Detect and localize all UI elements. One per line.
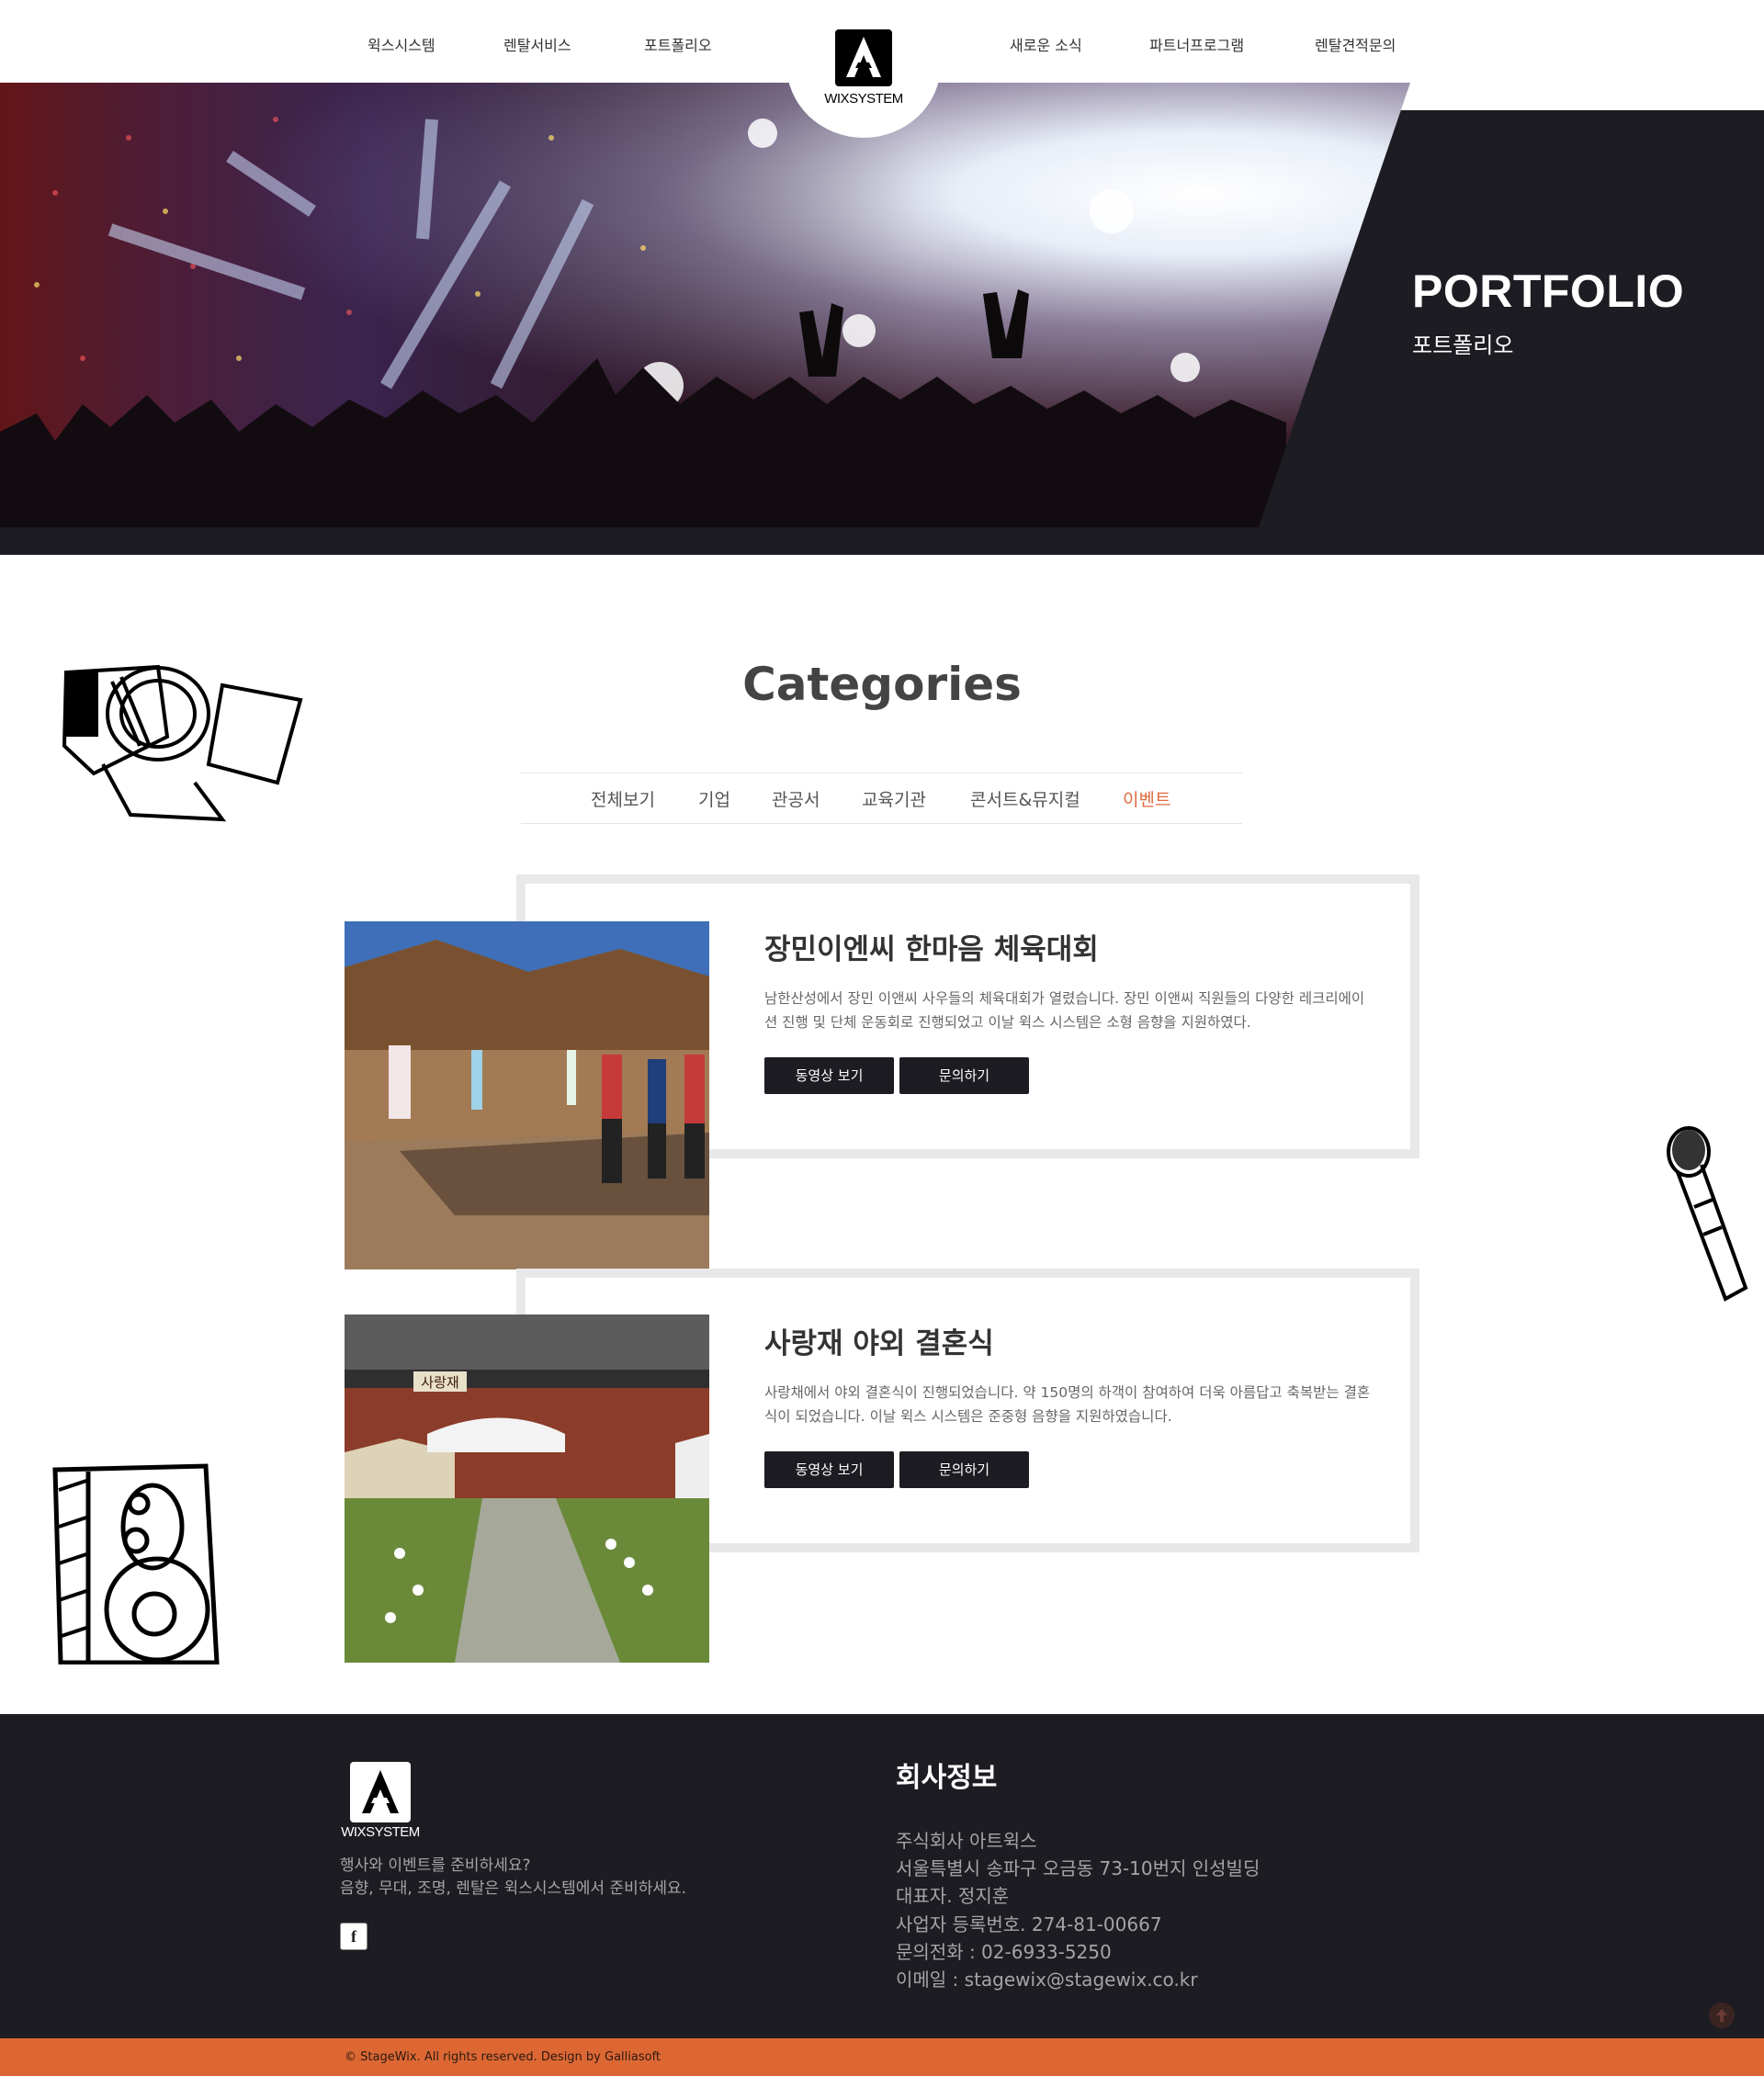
portfolio-title[interactable]: 장민이엔씨 한마음 체육대회 xyxy=(764,926,1099,967)
company-address: 서울특별시 송파구 오금동 73-10번지 인성빌딩 xyxy=(896,1857,1261,1879)
nav-item-rental-service[interactable]: 렌탈서비스 xyxy=(503,33,571,55)
portfolio-description: 사랑채에서 야외 결혼식이 진행되었습니다. 약 150명의 하객이 참여하여 … xyxy=(764,1384,1371,1425)
scroll-to-top-button[interactable] xyxy=(1709,2003,1735,2028)
arrow-up-icon xyxy=(1716,2009,1727,2022)
footer-tagline: 음향, 무대, 조명, 렌탈은 윅스시스템에서 준비하세요. xyxy=(340,1879,687,1898)
footer-tagline: 행사와 이벤트를 준비하세요? xyxy=(340,1856,531,1875)
wedding-sign-text: 사랑재 xyxy=(421,1374,458,1391)
category-concert-musical[interactable]: 콘서트&뮤지컬 xyxy=(970,786,1080,811)
facebook-icon[interactable]: f xyxy=(340,1923,368,1950)
nav-item-partner-program[interactable]: 파트너프로그램 xyxy=(1149,33,1244,55)
nav-item-portfolio[interactable]: 포트폴리오 xyxy=(644,33,712,55)
portfolio-photo-wedding[interactable]: 사랑재 xyxy=(345,1314,709,1663)
inquiry-button[interactable]: 문의하기 xyxy=(899,1451,1029,1488)
watch-video-button[interactable]: 동영상 보기 xyxy=(764,1057,894,1094)
hero-title: PORTFOLIO xyxy=(1412,265,1685,317)
copyright-bar: © StageWix. All rights reserved. Design … xyxy=(0,2038,1764,2076)
category-all[interactable]: 전체보기 xyxy=(591,786,655,811)
speaker-doodle xyxy=(51,1462,221,1668)
stage-light-doodle xyxy=(57,663,305,828)
watch-video-button[interactable]: 동영상 보기 xyxy=(764,1451,894,1488)
company-name: 주식회사 아트윅스 xyxy=(896,1830,1037,1852)
hero-subtitle: 포트폴리오 xyxy=(1412,333,1514,358)
footer-logo-icon[interactable] xyxy=(350,1762,411,1822)
microphone-doodle xyxy=(1661,1124,1764,1312)
company-phone: 문의전화 : 02-6933-5250 xyxy=(896,1941,1112,1963)
category-education[interactable]: 교육기관 xyxy=(862,786,926,811)
category-corporate[interactable]: 기업 xyxy=(698,786,730,811)
company-email: 이메일 : stagewix@stagewix.co.kr xyxy=(896,1969,1198,1991)
inquiry-button[interactable]: 문의하기 xyxy=(899,1057,1029,1094)
logo-icon[interactable] xyxy=(835,29,892,86)
company-registration: 사업자 등록번호. 274-81-00667 xyxy=(896,1913,1162,1935)
nav-item-wixsystem[interactable]: 윅스시스템 xyxy=(368,33,435,55)
company-ceo: 대표자. 정지훈 xyxy=(896,1885,1010,1907)
category-event[interactable]: 이벤트 xyxy=(1123,786,1170,811)
footer xyxy=(0,1714,1764,2038)
category-government[interactable]: 관공서 xyxy=(772,786,820,811)
company-info-title: 회사정보 xyxy=(896,1762,998,1794)
nav-item-news[interactable]: 새로운 소식 xyxy=(1010,33,1082,55)
nav-item-rental-quote[interactable]: 렌탈견적문의 xyxy=(1315,33,1396,55)
portfolio-title[interactable]: 사랑재 야외 결혼식 xyxy=(764,1320,994,1361)
footer-logo-text: WIXSYSTEM xyxy=(341,1824,420,1840)
category-filter-bar: 전체보기 기업 관공서 교육기관 콘서트&뮤지컬 이벤트 xyxy=(521,773,1242,824)
portfolio-description: 남한산성에서 장민 이앤씨 사우들의 체육대회가 열렸습니다. 장민 이앤씨 직… xyxy=(764,990,1365,1031)
logo-text: WIXSYSTEM xyxy=(824,91,903,107)
portfolio-photo-sports-day[interactable] xyxy=(345,921,709,1269)
copyright-text: © StageWix. All rights reserved. Design … xyxy=(345,2050,662,2064)
